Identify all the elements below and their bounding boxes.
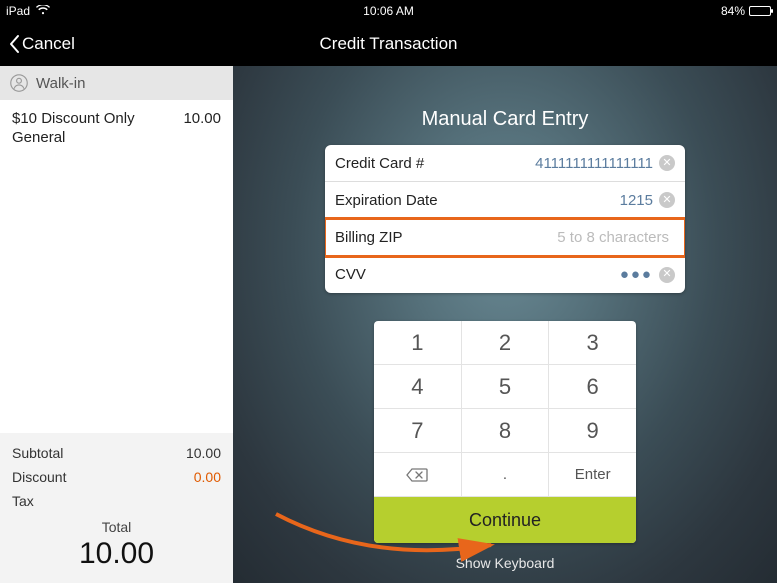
show-keyboard-link[interactable]: Show Keyboard	[456, 555, 555, 571]
key-dot[interactable]: .	[462, 453, 550, 497]
form-heading: Manual Card Entry	[422, 108, 589, 131]
customer-row[interactable]: Walk-in	[0, 66, 233, 100]
cc-label: Credit Card #	[335, 155, 424, 172]
clear-icon[interactable]: ✕	[659, 192, 675, 208]
tax-label: Tax	[12, 493, 34, 509]
exp-value: 1215	[438, 192, 659, 209]
subtotal-value: 10.00	[186, 445, 221, 461]
zip-placeholder: 5 to 8 characters	[403, 229, 675, 246]
person-icon	[10, 74, 28, 92]
wifi-icon	[36, 4, 50, 18]
key-2[interactable]: 2	[462, 321, 550, 365]
backspace-icon	[406, 468, 428, 482]
key-backspace[interactable]	[374, 453, 462, 497]
battery-pct: 84%	[721, 4, 745, 18]
key-6[interactable]: 6	[549, 365, 636, 409]
battery-icon	[749, 6, 771, 16]
clear-icon[interactable]: ✕	[659, 267, 675, 283]
item-name: $10 Discount Only General	[12, 110, 183, 148]
discount-label: Discount	[12, 469, 66, 485]
discount-value: 0.00	[194, 469, 221, 485]
exp-label: Expiration Date	[335, 192, 438, 209]
key-8[interactable]: 8	[462, 409, 550, 453]
cc-value: 4111111111111111	[424, 155, 659, 172]
keypad: 1 2 3 4 5 6 7 8 9 . Enter C	[374, 321, 636, 543]
item-amount: 10.00	[183, 110, 221, 148]
key-1[interactable]: 1	[374, 321, 462, 365]
status-bar: iPad 10:06 AM 84%	[0, 0, 777, 22]
carrier-label: iPad	[6, 4, 30, 18]
list-item[interactable]: $10 Discount Only General 10.00	[0, 100, 233, 158]
key-3[interactable]: 3	[549, 321, 636, 365]
zip-label: Billing ZIP	[335, 229, 403, 246]
exp-field[interactable]: Expiration Date 1215 ✕	[325, 182, 685, 219]
cvv-field[interactable]: CVV ●●● ✕	[325, 256, 685, 293]
customer-name: Walk-in	[36, 75, 85, 92]
page-title: Credit Transaction	[320, 34, 458, 54]
back-button[interactable]: Cancel	[8, 34, 75, 54]
total-value: 10.00	[12, 537, 221, 571]
key-7[interactable]: 7	[374, 409, 462, 453]
cvv-value: ●●●	[366, 266, 659, 283]
key-4[interactable]: 4	[374, 365, 462, 409]
back-label: Cancel	[22, 34, 75, 54]
key-enter[interactable]: Enter	[549, 453, 636, 497]
zip-field[interactable]: Billing ZIP 5 to 8 characters	[325, 219, 685, 256]
main-panel: Manual Card Entry Credit Card # 41111111…	[233, 66, 777, 583]
total-label: Total	[12, 519, 221, 535]
item-list: $10 Discount Only General 10.00	[0, 100, 233, 433]
clear-icon[interactable]: ✕	[659, 155, 675, 171]
continue-button[interactable]: Continue	[374, 497, 636, 543]
subtotal-label: Subtotal	[12, 445, 63, 461]
card-form: Credit Card # 4111111111111111 ✕ Expirat…	[325, 145, 685, 293]
key-9[interactable]: 9	[549, 409, 636, 453]
chevron-left-icon	[8, 34, 20, 54]
sidebar: Walk-in $10 Discount Only General 10.00 …	[0, 66, 233, 583]
cvv-label: CVV	[335, 266, 366, 283]
totals-panel: Subtotal 10.00 Discount 0.00 Tax Total 10.…	[0, 433, 233, 583]
nav-bar: Cancel Credit Transaction	[0, 22, 777, 66]
key-5[interactable]: 5	[462, 365, 550, 409]
clock: 10:06 AM	[363, 4, 414, 18]
cc-field[interactable]: Credit Card # 4111111111111111 ✕	[325, 145, 685, 182]
